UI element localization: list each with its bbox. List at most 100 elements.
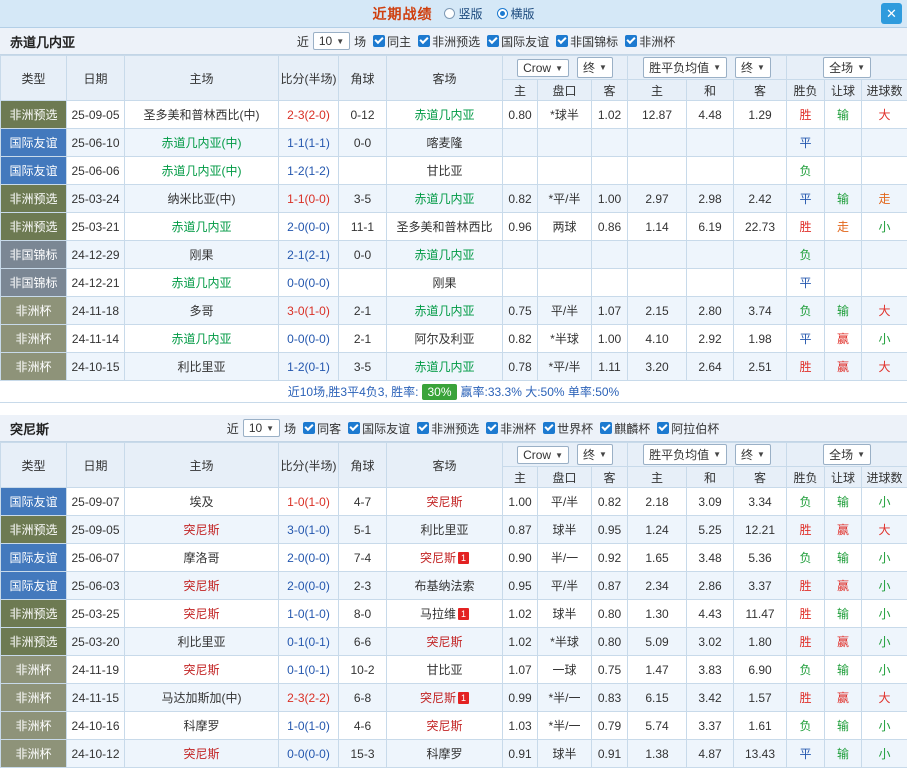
match-row: 非国锦标24-12-21赤道几内亚0-0(0-0)刚果平 xyxy=(1,269,907,297)
home-cell: 赤道几内亚(中) xyxy=(125,129,279,157)
away-cell: 圣多美和普林西比 xyxy=(387,213,503,241)
filter-checkbox-非洲杯[interactable]: 非洲杯 xyxy=(625,33,675,50)
recent-count-select[interactable]: 10▼ xyxy=(243,419,280,437)
odds-final-select[interactable]: 终▼ xyxy=(577,57,613,78)
filter-checkbox-非洲预选[interactable]: 非洲预选 xyxy=(417,420,479,437)
away-team-name: 圣多美和普林西比 xyxy=(396,220,492,234)
col-result-sub: 胜负 xyxy=(787,80,825,101)
home-team-name: 突尼斯 xyxy=(183,663,219,677)
filter-checkbox-非洲预选[interactable]: 非洲预选 xyxy=(418,33,480,50)
odds-home: 1.00 xyxy=(503,488,538,516)
recent-count-select[interactable]: 10▼ xyxy=(313,32,350,50)
filter-checkbox-非洲杯[interactable]: 非洲杯 xyxy=(486,420,536,437)
avg-odds-select[interactable]: 胜平负均值▼ xyxy=(643,444,727,465)
avg-draw: 2.98 xyxy=(687,185,734,213)
close-button[interactable]: ✕ xyxy=(881,3,902,24)
match-date: 25-03-25 xyxy=(67,600,125,628)
view-radio-横版[interactable]: 横版 xyxy=(497,5,535,22)
col-avg-sub: 和 xyxy=(687,80,734,101)
checkbox-icon xyxy=(600,422,612,434)
result-wdl: 负 xyxy=(787,241,825,269)
odds-home xyxy=(503,241,538,269)
col-odds-sub: 客 xyxy=(592,80,628,101)
checkbox-label: 非洲杯 xyxy=(639,33,675,50)
avg-lose: 3.37 xyxy=(734,572,787,600)
filter-checkbox-非国锦标[interactable]: 非国锦标 xyxy=(556,33,618,50)
avg-final-select[interactable]: 终▼ xyxy=(735,57,771,78)
home-team-name: 马达加斯加(中) xyxy=(162,691,242,705)
odds-handicap: 球半 xyxy=(538,740,592,768)
corner-score: 8-0 xyxy=(339,600,387,628)
avg-lose: 6.90 xyxy=(734,656,787,684)
avg-win: 5.74 xyxy=(628,712,687,740)
radio-label: 横版 xyxy=(511,5,535,22)
match-type: 非洲预选 xyxy=(1,213,67,241)
away-team-name: 马拉维 xyxy=(420,607,456,621)
match-row: 非洲预选25-03-24纳米比亚(中)1-1(0-0)3-5赤道几内亚0.82*… xyxy=(1,185,907,213)
away-cell: 突尼斯1 xyxy=(387,684,503,712)
col-away: 客场 xyxy=(387,443,503,488)
away-team-name: 突尼斯 xyxy=(426,495,462,509)
result-goals xyxy=(862,269,907,297)
avg-lose: 12.21 xyxy=(734,516,787,544)
odds-handicap xyxy=(538,157,592,185)
odds-away: 0.80 xyxy=(592,628,628,656)
scope-select[interactable]: 全场▼ xyxy=(823,57,871,78)
bookmaker-select[interactable]: Crow▼ xyxy=(517,446,569,464)
col-odds-sub: 主 xyxy=(503,80,538,101)
filter-checkbox-国际友谊[interactable]: 国际友谊 xyxy=(487,33,549,50)
filter-checkbox-世界杯[interactable]: 世界杯 xyxy=(543,420,593,437)
avg-win xyxy=(628,241,687,269)
result-wdl: 胜 xyxy=(787,600,825,628)
match-type: 非国锦标 xyxy=(1,241,67,269)
home-team-name: 科摩罗 xyxy=(183,719,219,733)
home-cell: 赤道几内亚 xyxy=(125,325,279,353)
col-odds-sub: 盘口 xyxy=(538,80,592,101)
matches-label: 场 xyxy=(354,33,366,50)
col-odds-sub: 盘口 xyxy=(538,467,592,488)
match-score: 1-1(0-0) xyxy=(279,185,339,213)
result-handicap: 输 xyxy=(825,712,862,740)
result-wdl: 胜 xyxy=(787,516,825,544)
chevron-down-icon: ▼ xyxy=(713,63,721,72)
avg-draw: 3.83 xyxy=(687,656,734,684)
avg-draw: 3.02 xyxy=(687,628,734,656)
odds-away: 0.83 xyxy=(592,684,628,712)
avg-dropdown-group: 胜平负均值▼ 终▼ xyxy=(628,56,787,80)
bookmaker-select[interactable]: Crow▼ xyxy=(517,59,569,77)
odds-away: 1.02 xyxy=(592,101,628,129)
home-team-name: 赤道几内亚 xyxy=(171,332,231,346)
scope-select[interactable]: 全场▼ xyxy=(823,444,871,465)
avg-win: 5.09 xyxy=(628,628,687,656)
home-team-name: 突尼斯 xyxy=(183,607,219,621)
col-corner: 角球 xyxy=(339,56,387,101)
filter-checkbox-国际友谊[interactable]: 国际友谊 xyxy=(348,420,410,437)
scope-dropdown-group: 全场▼ xyxy=(787,443,907,467)
filter-checkbox-同客[interactable]: 同客 xyxy=(303,420,341,437)
match-type: 非洲预选 xyxy=(1,628,67,656)
filter-checkbox-麒麟杯[interactable]: 麒麟杯 xyxy=(600,420,650,437)
result-goals xyxy=(862,241,907,269)
match-row: 国际友谊25-06-06赤道几内亚(中)1-2(1-2)甘比亚负 xyxy=(1,157,907,185)
odds-away: 0.95 xyxy=(592,516,628,544)
filter-checkbox-阿拉伯杯[interactable]: 阿拉伯杯 xyxy=(657,420,719,437)
odds-away xyxy=(592,129,628,157)
filter-checkbox-同主[interactable]: 同主 xyxy=(373,33,411,50)
match-score: 2-1(2-1) xyxy=(279,241,339,269)
col-result-sub: 让球 xyxy=(825,80,862,101)
odds-handicap: 一球 xyxy=(538,656,592,684)
odds-home: 1.03 xyxy=(503,712,538,740)
match-date: 24-11-14 xyxy=(67,325,125,353)
result-goals: 大 xyxy=(862,516,907,544)
match-date: 24-10-15 xyxy=(67,353,125,381)
view-radio-竖版[interactable]: 竖版 xyxy=(444,5,482,22)
avg-final-select[interactable]: 终▼ xyxy=(735,444,771,465)
match-row: 非洲预选25-03-20利比里亚0-1(0-1)6-6突尼斯1.02*半球0.8… xyxy=(1,628,907,656)
odds-final-select[interactable]: 终▼ xyxy=(577,444,613,465)
home-cell: 马达加斯加(中) xyxy=(125,684,279,712)
result-wdl: 平 xyxy=(787,269,825,297)
avg-odds-select[interactable]: 胜平负均值▼ xyxy=(643,57,727,78)
avg-draw: 2.80 xyxy=(687,297,734,325)
red-card-badge: 1 xyxy=(458,608,469,620)
result-handicap xyxy=(825,157,862,185)
